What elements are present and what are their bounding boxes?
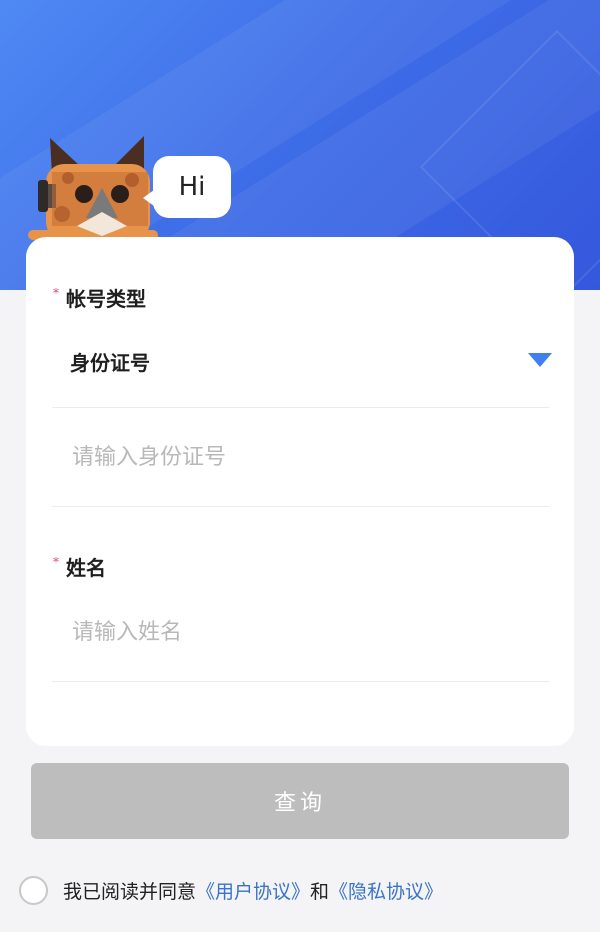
cat-mascot-icon <box>28 136 158 240</box>
account-type-select[interactable]: 身份证号 <box>52 327 552 408</box>
user-agreement-link[interactable]: 《用户协议》 <box>196 877 310 904</box>
id-number-input[interactable] <box>52 408 549 506</box>
account-type-value: 身份证号 <box>70 351 150 375</box>
greeting-bubble: Hi <box>143 156 231 218</box>
id-number-field[interactable] <box>52 408 549 507</box>
name-field[interactable] <box>52 583 549 682</box>
query-form-card: * 帐号类型 身份证号 * 姓名 <box>26 237 574 746</box>
agreement-prefix: 我已阅读并同意 <box>63 880 197 903</box>
greeting-text: Hi <box>178 172 206 202</box>
agreement-conjunction: 和 <box>310 880 330 903</box>
name-label: * 姓名 <box>53 552 106 581</box>
name-input[interactable] <box>52 583 549 681</box>
radio-circle-icon[interactable] <box>19 875 48 905</box>
triangle-down-icon <box>528 353 552 367</box>
query-button[interactable]: 查询 <box>31 763 569 839</box>
name-label-text: 姓名 <box>66 556 106 580</box>
agreement-row: 我已阅读并同意 《用户协议》 和 《隐私协议》 <box>19 870 443 910</box>
required-mark: * <box>53 286 59 300</box>
privacy-agreement-link[interactable]: 《隐私协议》 <box>329 877 443 904</box>
required-mark: * <box>53 555 59 569</box>
account-type-label-text: 帐号类型 <box>66 287 146 311</box>
account-type-label: * 帐号类型 <box>53 283 146 312</box>
